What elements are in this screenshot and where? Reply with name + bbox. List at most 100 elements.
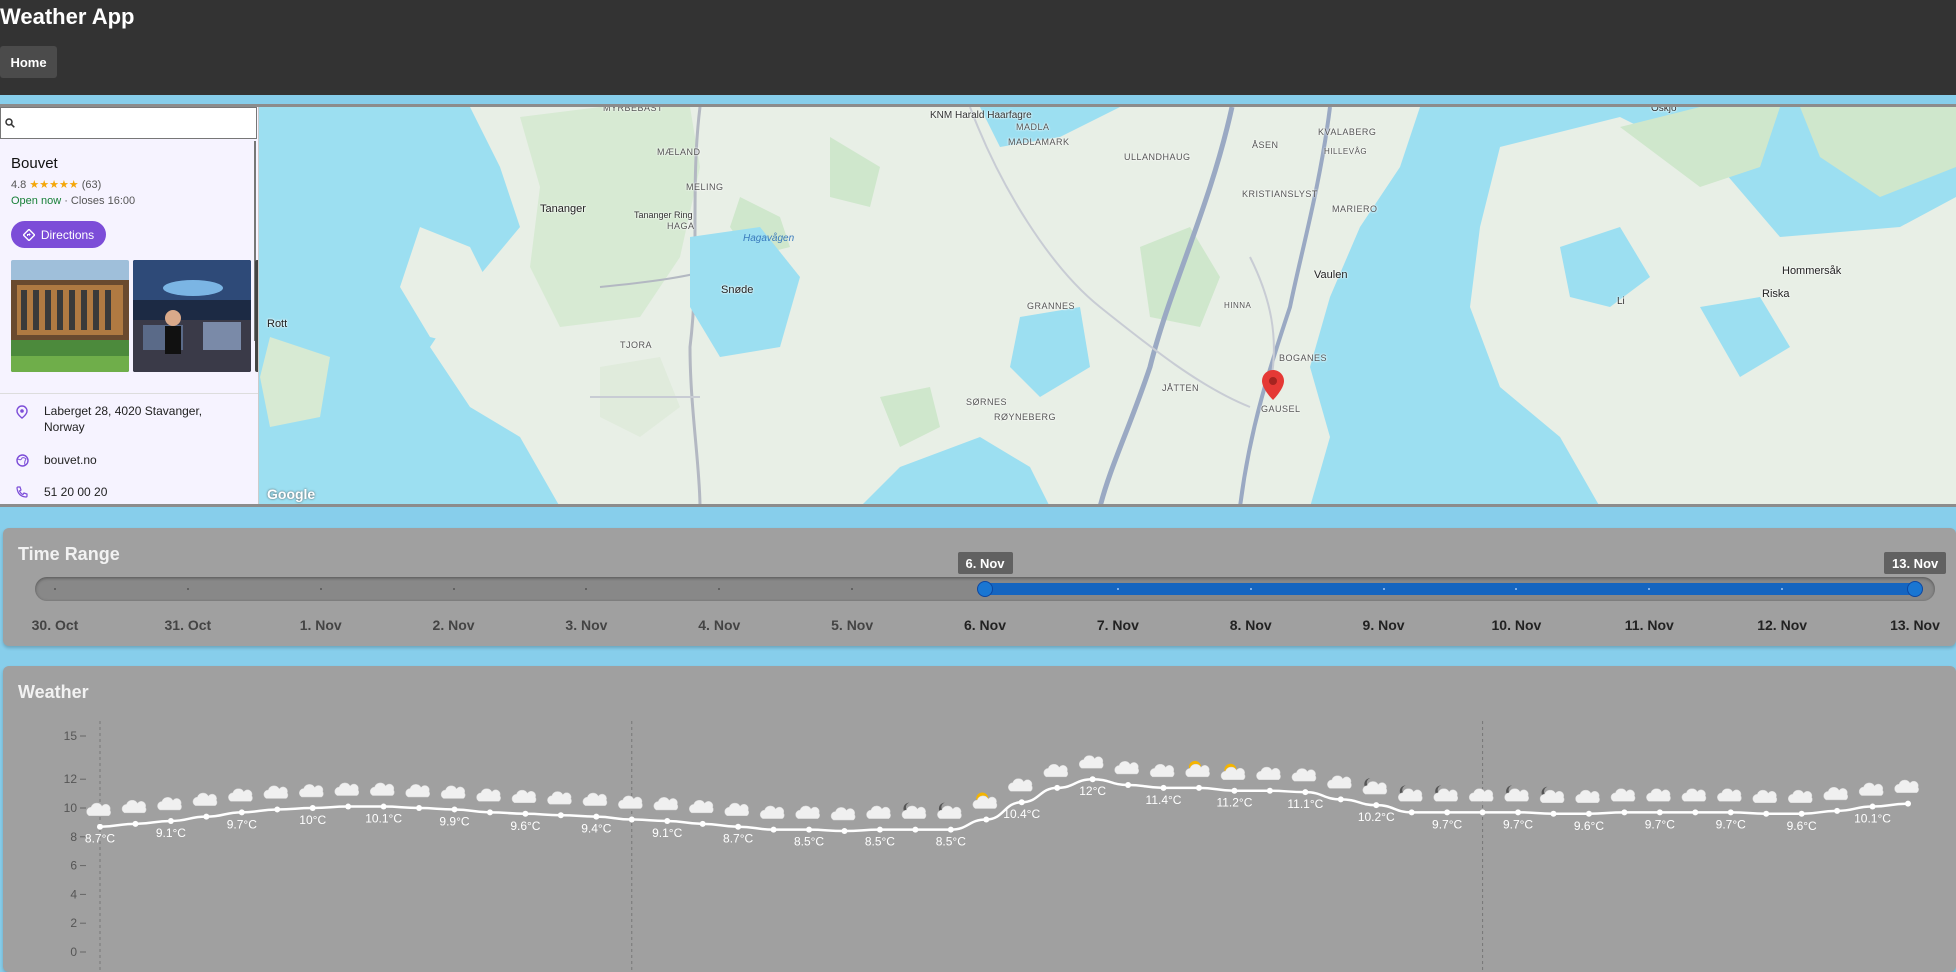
slider-date-label[interactable]: 8. Nov [1230, 617, 1272, 633]
place-photo-more[interactable] [255, 260, 258, 372]
location-pin-icon[interactable] [1262, 370, 1284, 400]
temperature-point[interactable] [1515, 809, 1522, 816]
place-photo-interior[interactable] [133, 260, 251, 372]
map-label: HAGA [667, 221, 695, 231]
place-name: Bouvet [11, 155, 58, 172]
cloud-icon [1681, 788, 1707, 802]
slider-date-label[interactable]: 4. Nov [698, 617, 740, 633]
temperature-point[interactable] [1798, 810, 1805, 817]
temperature-point[interactable] [876, 826, 883, 833]
temperature-point[interactable] [1054, 784, 1061, 791]
temperature-point[interactable] [557, 812, 564, 819]
slider-selected-range [985, 583, 1915, 595]
home-button[interactable]: Home [0, 46, 57, 78]
temperature-point[interactable] [1231, 787, 1238, 794]
temperature-point[interactable] [1727, 809, 1734, 816]
slider-end-handle[interactable] [1907, 581, 1923, 597]
temperature-point[interactable] [735, 823, 742, 830]
cloud-moon-icon [1398, 785, 1423, 802]
temperature-point[interactable] [167, 817, 174, 824]
temperature-point[interactable] [664, 817, 671, 824]
review-count[interactable]: (63) [82, 179, 102, 191]
temperature-point[interactable] [628, 816, 635, 823]
temperature-point[interactable] [1585, 810, 1592, 817]
slider-date-label[interactable]: 6. Nov [964, 617, 1006, 633]
place-photo-exterior[interactable] [11, 260, 129, 372]
slider-tick [718, 588, 721, 590]
slider-date-label[interactable]: 2. Nov [433, 617, 475, 633]
temperature-point[interactable] [1444, 809, 1451, 816]
temperature-point[interactable] [770, 826, 777, 833]
phone-row[interactable]: 51 20 00 20 [0, 484, 258, 500]
temperature-point[interactable] [1337, 796, 1344, 803]
slider-date-label[interactable]: 12. Nov [1757, 617, 1807, 633]
website-text[interactable]: bouvet.no [44, 452, 244, 468]
temperature-point[interactable] [1160, 784, 1167, 791]
temperature-point[interactable] [593, 813, 600, 820]
temperature-point[interactable] [451, 806, 458, 813]
slider-date-label[interactable]: 7. Nov [1097, 617, 1139, 633]
temperature-point[interactable] [238, 809, 245, 816]
y-tick-label: 10 [64, 801, 78, 815]
temperature-point[interactable] [1408, 809, 1415, 816]
temperature-point[interactable] [1302, 789, 1309, 796]
slider-date-label[interactable]: 11. Nov [1625, 617, 1674, 633]
temperature-point[interactable] [1621, 809, 1628, 816]
temperature-point[interactable] [1266, 787, 1273, 794]
temperature-point[interactable] [1125, 781, 1132, 788]
slider-date-label[interactable]: 30. Oct [32, 617, 79, 633]
temperature-label: 8.5°C [865, 835, 895, 849]
temperature-point[interactable] [309, 805, 316, 811]
temperature-point[interactable] [947, 826, 954, 833]
slider-date-label[interactable]: 9. Nov [1363, 617, 1405, 633]
place-search-input[interactable] [21, 111, 241, 135]
slider-date-label[interactable]: 13. Nov [1890, 617, 1940, 633]
temperature-point[interactable] [416, 805, 423, 811]
phone-text[interactable]: 51 20 00 20 [44, 484, 244, 500]
cloud-icon [1256, 766, 1281, 780]
slider-date-label[interactable]: 31. Oct [164, 617, 211, 633]
temperature-point[interactable] [1763, 810, 1770, 817]
temperature-point[interactable] [274, 806, 281, 813]
place-search-box[interactable] [0, 107, 257, 139]
map-label: GRANNES [1027, 301, 1076, 311]
temperature-point[interactable] [1195, 784, 1202, 791]
map-view[interactable]: KNM Harald Haarfagre MADLA MADLAMARK ULL… [0, 104, 1956, 507]
slider-date-label[interactable]: 1. Nov [300, 617, 342, 633]
temperature-point[interactable] [806, 826, 813, 833]
temperature-point[interactable] [1089, 776, 1096, 783]
directions-button[interactable]: Directions [11, 221, 106, 248]
temperature-point[interactable] [841, 828, 848, 835]
slider-date-label[interactable]: 5. Nov [831, 617, 873, 633]
temperature-point[interactable] [97, 823, 103, 830]
temperature-point[interactable] [486, 809, 493, 816]
temperature-point[interactable] [203, 813, 210, 820]
temperature-label: 9.1°C [652, 826, 682, 840]
temperature-point[interactable] [1018, 799, 1025, 806]
slider-date-label[interactable]: 3. Nov [565, 617, 607, 633]
temperature-point[interactable] [983, 816, 990, 823]
temperature-point[interactable] [912, 826, 919, 833]
temperature-point[interactable] [1550, 810, 1557, 817]
time-range-slider[interactable] [35, 577, 1935, 601]
temperature-point[interactable] [345, 803, 352, 810]
cloud-icon [1008, 778, 1033, 792]
temperature-point[interactable] [1656, 809, 1663, 816]
slider-start-handle[interactable] [977, 581, 993, 597]
slider-date-label[interactable]: 10. Nov [1492, 617, 1542, 633]
place-hours: Open now · Closes 16:00 [11, 195, 135, 207]
address-row[interactable]: Laberget 28, 4020 Stavanger, Norway [0, 403, 258, 435]
cloud-icon [192, 792, 218, 806]
temperature-point[interactable] [522, 810, 529, 817]
temperature-point[interactable] [380, 803, 387, 810]
temperature-point[interactable] [1479, 809, 1486, 816]
website-row[interactable]: bouvet.no [0, 452, 258, 468]
temperature-point[interactable] [1869, 803, 1876, 810]
temperature-point[interactable] [1834, 807, 1841, 814]
map-label: MADLAMARK [1008, 137, 1070, 147]
temperature-point[interactable] [132, 820, 139, 827]
temperature-point[interactable] [699, 820, 706, 827]
temperature-point[interactable] [1692, 809, 1699, 816]
temperature-point[interactable] [1373, 802, 1380, 809]
temperature-point[interactable] [1905, 800, 1911, 807]
